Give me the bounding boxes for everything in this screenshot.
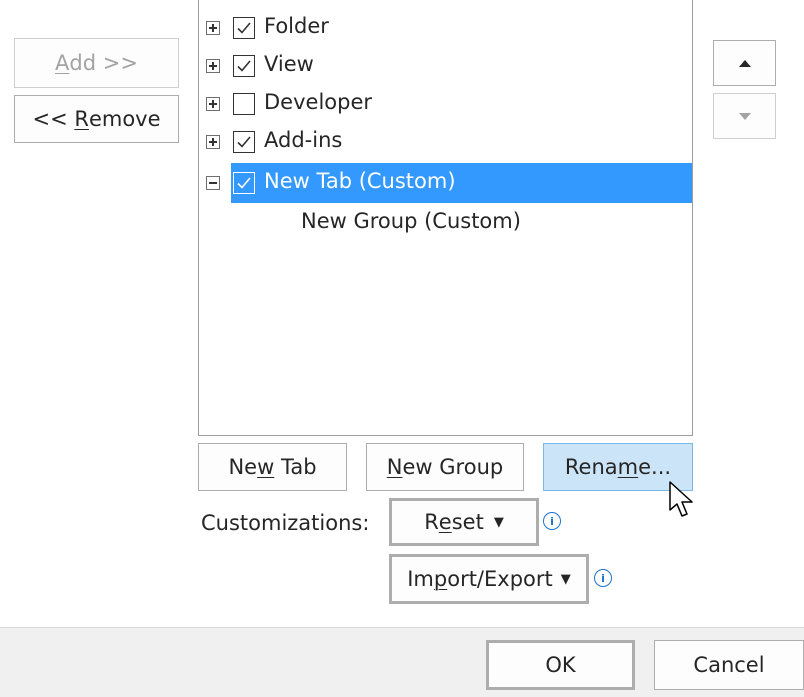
tree-item-developer[interactable]: Developer: [199, 85, 689, 122]
mouse-pointer-icon: [669, 481, 693, 517]
move-down-button[interactable]: [713, 93, 776, 139]
customizations-label: Customizations:: [201, 511, 370, 535]
checkbox-new-tab[interactable]: [233, 172, 255, 194]
add-button-access-key: A: [55, 51, 70, 75]
collapse-icon[interactable]: [206, 176, 220, 190]
checkmark-icon: [237, 22, 251, 34]
new-group-access-key: N: [386, 455, 403, 479]
expand-icon[interactable]: [206, 59, 220, 73]
remove-button-label: emove: [88, 107, 161, 131]
reset-info-icon[interactable]: i: [543, 512, 561, 530]
info-glyph: i: [550, 514, 554, 528]
checkbox-developer[interactable]: [233, 93, 255, 115]
dialog-button-bar: OK Cancel: [0, 627, 804, 697]
tree-item-new-tab[interactable]: New Tab (Custom): [199, 163, 692, 203]
rename-label-rest: e...: [638, 455, 672, 479]
new-group-button[interactable]: New Group: [366, 443, 524, 491]
expand-icon[interactable]: [206, 97, 220, 111]
ok-label: OK: [545, 653, 576, 677]
tree-item-label: View: [264, 52, 314, 76]
tree-item-add-ins[interactable]: Add-ins: [199, 123, 689, 160]
import-export-button[interactable]: Im p ort/Export ▼: [389, 554, 589, 604]
checkmark-icon: [237, 177, 251, 189]
expand-icon[interactable]: [206, 135, 220, 149]
reset-label-pre: R: [424, 510, 439, 534]
checkmark-icon: [237, 60, 251, 72]
reset-button[interactable]: Re set ▼: [389, 498, 539, 546]
expand-icon[interactable]: [206, 21, 220, 35]
checkmark-icon: [237, 136, 251, 148]
new-tab-access-key: w: [257, 455, 275, 479]
add-button[interactable]: Add >>: [14, 38, 179, 88]
dropdown-arrow-icon: ▼: [560, 571, 571, 587]
import-label-pre: Im: [407, 567, 434, 591]
tree-item-label: Folder: [264, 14, 329, 38]
remove-button[interactable]: << Remove: [14, 95, 179, 143]
tree-item-label: Developer: [264, 90, 373, 114]
checkbox-folder[interactable]: [233, 17, 255, 39]
rename-access-key: m: [617, 455, 639, 479]
new-tab-button[interactable]: Ne w Tab: [198, 443, 347, 491]
triangle-up-icon: [738, 60, 751, 67]
cancel-label: Cancel: [693, 653, 765, 677]
move-up-button[interactable]: [713, 40, 776, 86]
new-group-label-rest: ew Group: [402, 455, 504, 479]
ribbon-tabs-tree[interactable]: Folder View Developer Add-ins New Tab (C…: [198, 0, 693, 436]
tree-item-label: New Group (Custom): [301, 209, 521, 233]
add-button-label: dd >>: [69, 51, 138, 75]
triangle-down-icon: [738, 113, 751, 120]
ok-button[interactable]: OK: [486, 640, 635, 690]
reset-access-key: e: [438, 510, 452, 534]
new-tab-label-rest: Tab: [274, 455, 317, 479]
remove-button-access-key: R: [74, 107, 89, 131]
dropdown-arrow-icon: ▼: [493, 514, 504, 530]
info-glyph: i: [601, 571, 605, 585]
checkbox-add-ins[interactable]: [233, 131, 255, 153]
import-label-rest: ort/Export: [447, 567, 553, 591]
checkbox-view[interactable]: [233, 55, 255, 77]
cancel-button[interactable]: Cancel: [654, 640, 804, 690]
import-access-key: p: [433, 567, 448, 591]
reset-label-rest: set: [451, 510, 484, 534]
new-tab-label-pre: Ne: [228, 455, 258, 479]
tree-item-label: Add-ins: [264, 128, 343, 152]
import-export-info-icon[interactable]: i: [594, 569, 612, 587]
tree-item-new-group[interactable]: New Group (Custom): [199, 204, 689, 241]
remove-button-prefix: <<: [32, 107, 75, 131]
tree-item-label: New Tab (Custom): [264, 169, 456, 193]
rename-label-pre: Rena: [564, 455, 618, 479]
tree-item-view[interactable]: View: [199, 47, 689, 84]
tree-item-folder[interactable]: Folder: [199, 9, 689, 46]
